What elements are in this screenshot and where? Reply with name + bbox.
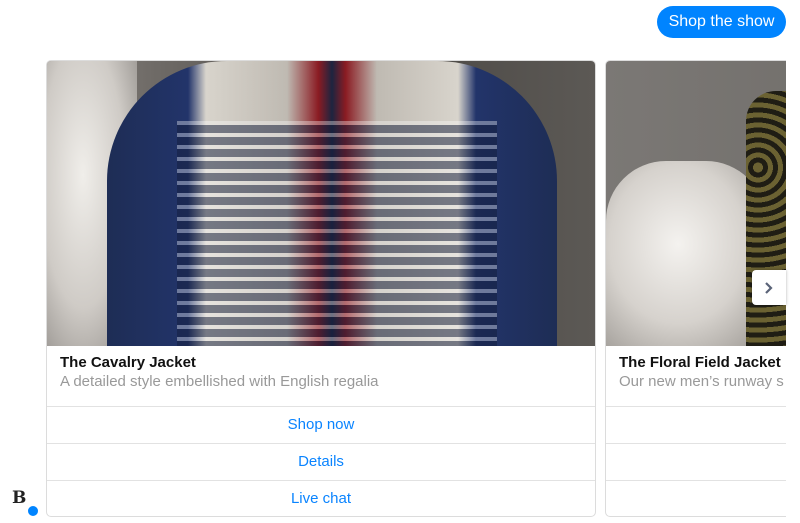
details-button[interactable]: Details bbox=[47, 444, 595, 481]
shop-the-show-bubble[interactable]: Shop the show bbox=[657, 6, 786, 38]
product-carousel: The Cavalry Jacket A detailed style embe… bbox=[0, 60, 786, 523]
carousel-next-button[interactable] bbox=[752, 270, 786, 305]
card-button[interactable] bbox=[606, 481, 786, 516]
card-button[interactable] bbox=[606, 444, 786, 481]
card-button[interactable] bbox=[606, 407, 786, 444]
card-body: The Cavalry Jacket A detailed style embe… bbox=[47, 346, 595, 407]
card-subtitle: A detailed style embellished with Englis… bbox=[60, 373, 379, 390]
product-card: The Cavalry Jacket A detailed style embe… bbox=[46, 60, 596, 517]
live-chat-button[interactable]: Live chat bbox=[47, 481, 595, 516]
sender-logo: B bbox=[12, 488, 27, 508]
card-body: The Floral Field Jacket Our new men’s ru… bbox=[606, 346, 786, 407]
messenger-icon bbox=[27, 505, 39, 517]
product-image[interactable] bbox=[47, 61, 595, 346]
shop-now-button[interactable]: Shop now bbox=[47, 407, 595, 444]
card-subtitle: Our new men’s runway s bbox=[619, 373, 784, 390]
card-title: The Cavalry Jacket bbox=[60, 354, 196, 371]
card-title: The Floral Field Jacket bbox=[619, 354, 781, 371]
chevron-right-icon bbox=[765, 281, 773, 294]
